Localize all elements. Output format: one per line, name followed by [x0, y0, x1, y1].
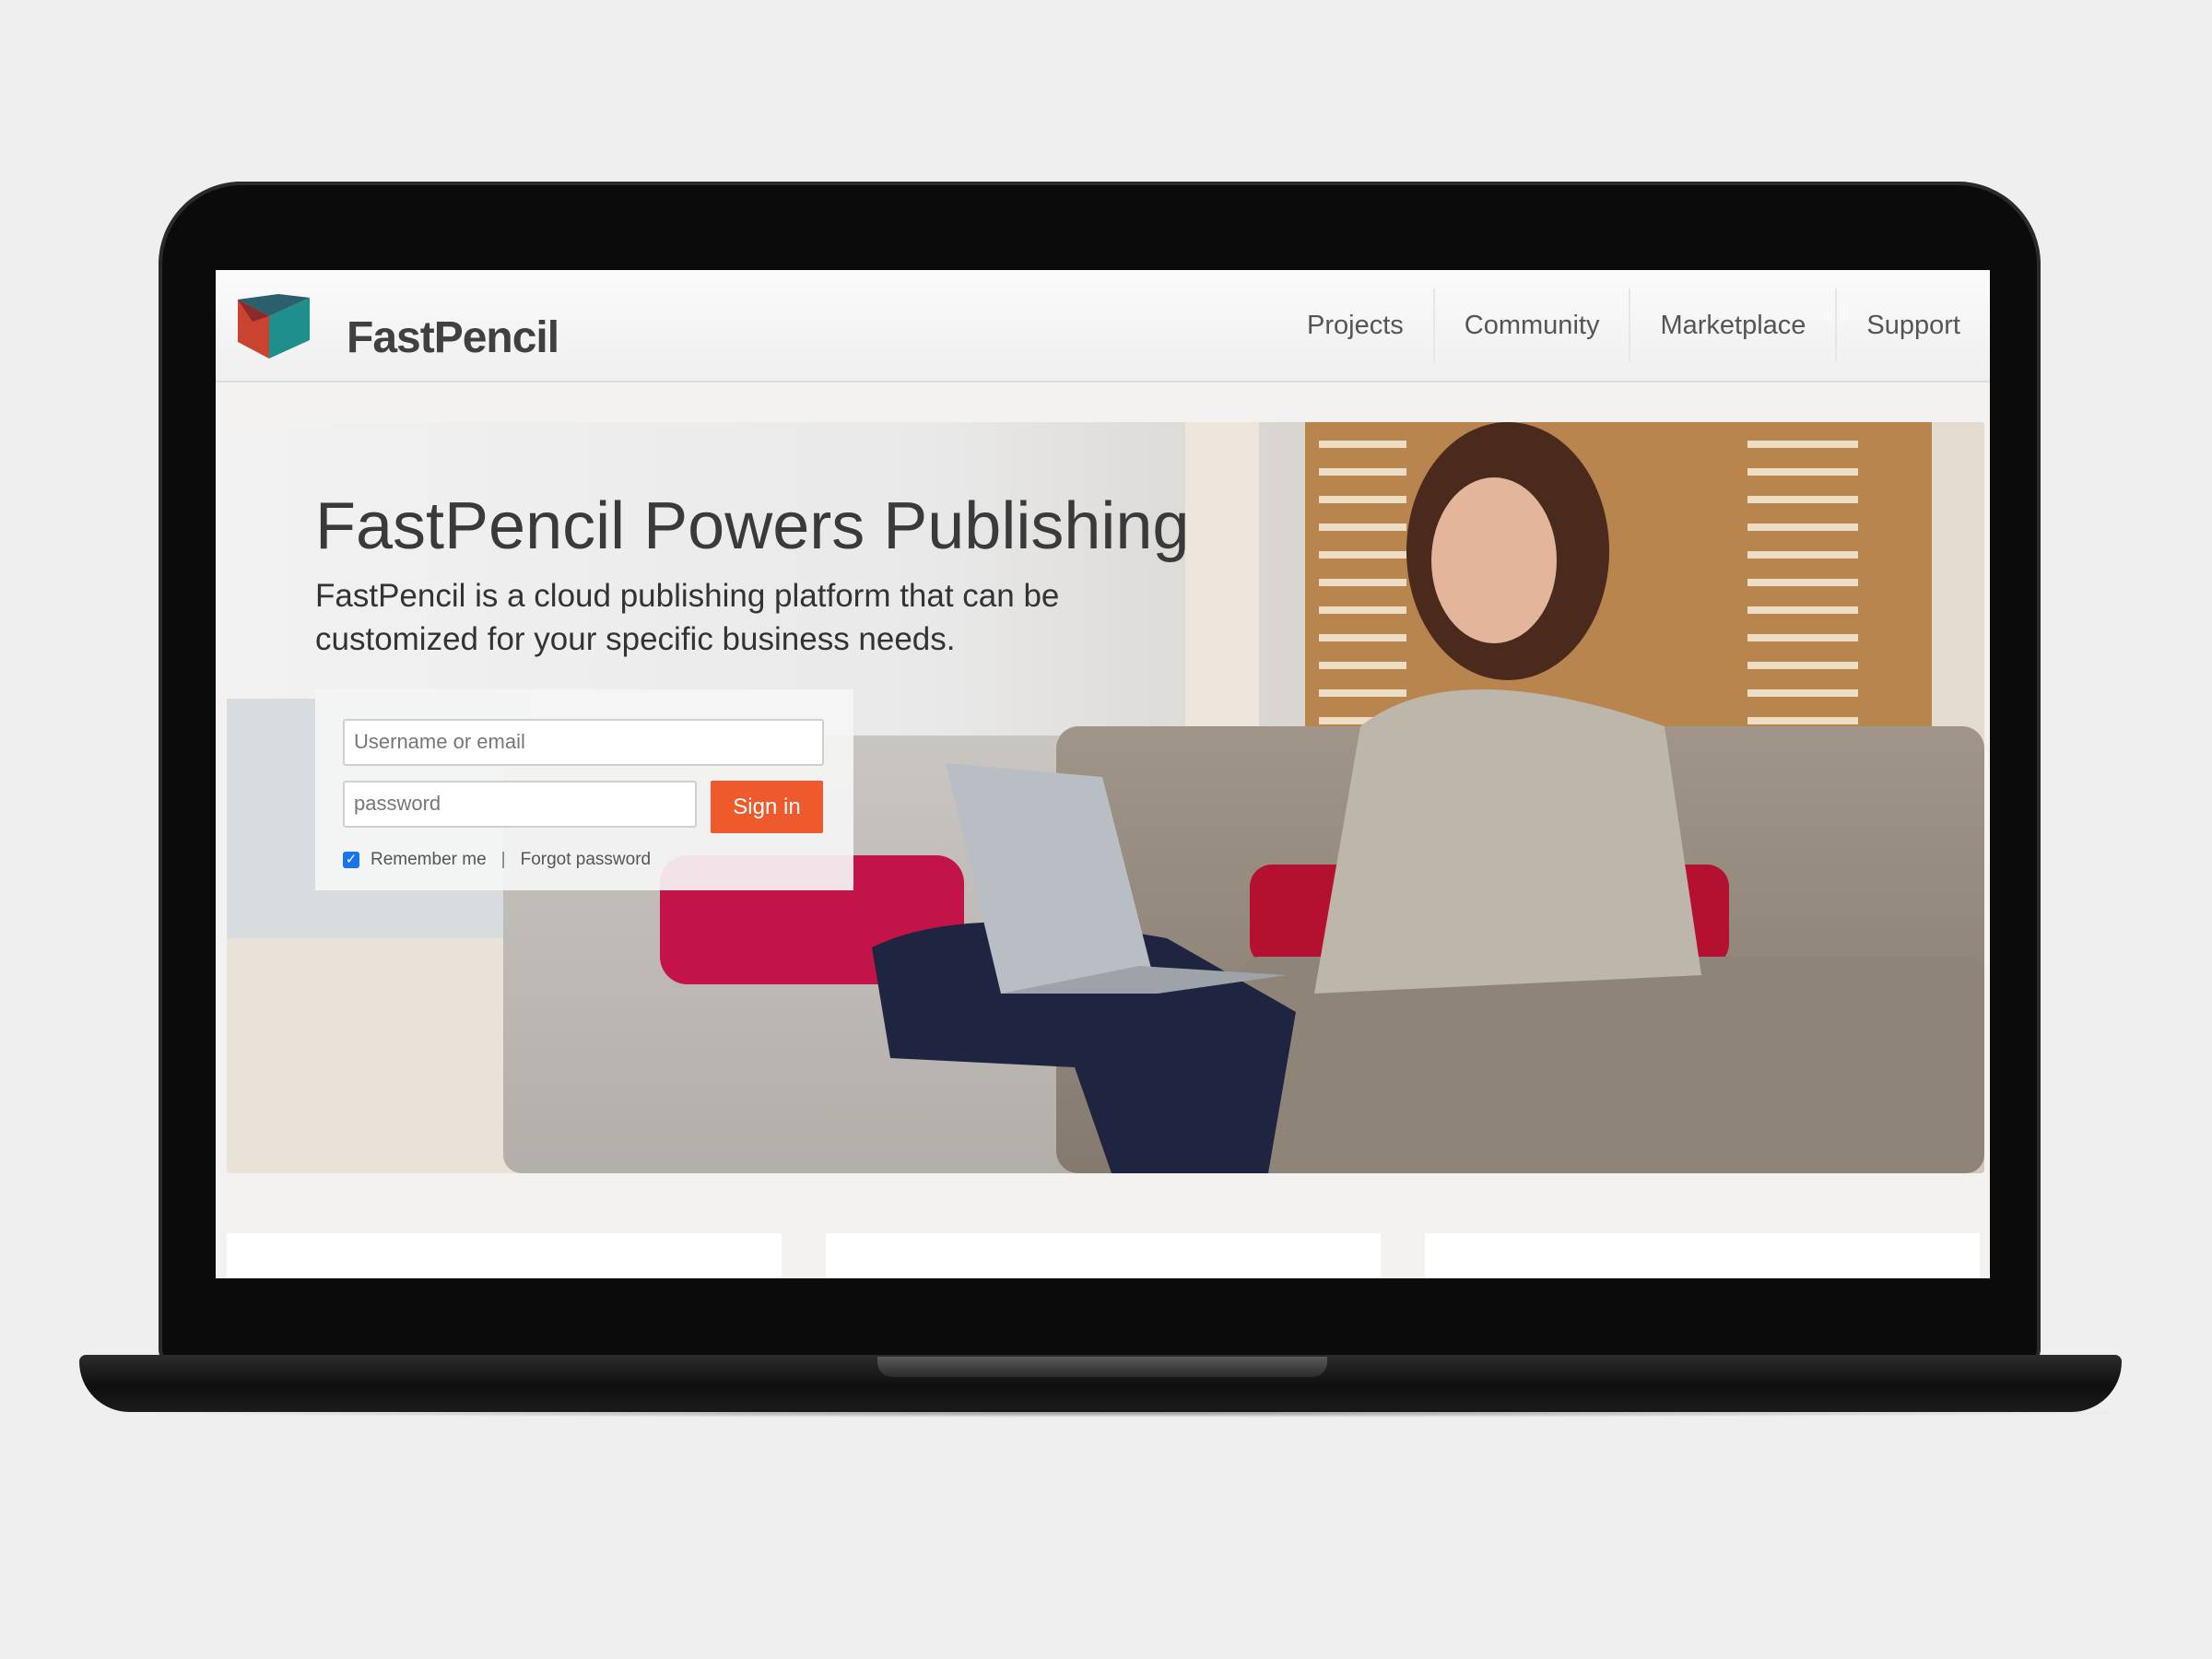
feature-card-1 [227, 1233, 782, 1278]
sign-in-button[interactable]: Sign in [711, 781, 823, 833]
browser-screen: FastPencil Projects Community Marketplac… [216, 270, 1990, 1278]
fastpencil-logo[interactable]: FastPencil [238, 294, 559, 362]
separator: | [500, 850, 506, 869]
hero-title: FastPencil Powers Publishing [315, 489, 1190, 563]
login-form: Username or email password Sign in ✓ Rem… [315, 689, 853, 890]
remember-label[interactable]: Remember me [371, 850, 487, 870]
username-input[interactable]: Username or email [343, 719, 824, 766]
laptop-notch [877, 1357, 1327, 1377]
feature-card-3 [1425, 1233, 1980, 1278]
site-header: FastPencil Projects Community Marketplac… [216, 270, 1990, 382]
password-input[interactable]: password [343, 781, 697, 828]
laptop-shadow [111, 1408, 2151, 1418]
feature-card-2 [826, 1233, 1381, 1278]
hero-subtitle: FastPencil is a cloud publishing platfor… [315, 578, 1060, 657]
nav-support[interactable]: Support [1835, 288, 1990, 362]
nav-projects[interactable]: Projects [1277, 288, 1433, 362]
brand-name: FastPencil [347, 313, 559, 362]
main-nav: Projects Community Marketplace Support [1277, 288, 1990, 362]
remember-checkbox[interactable]: ✓ [343, 852, 359, 868]
nav-community[interactable]: Community [1432, 288, 1630, 362]
cube-logo-icon [238, 294, 310, 359]
nav-marketplace[interactable]: Marketplace [1629, 288, 1835, 362]
remember-row: ✓ Remember me | Forgot password [343, 850, 651, 870]
hero-banner: FastPencil Powers Publishing FastPencil … [227, 422, 1984, 1173]
forgot-password-link[interactable]: Forgot password [521, 850, 652, 870]
